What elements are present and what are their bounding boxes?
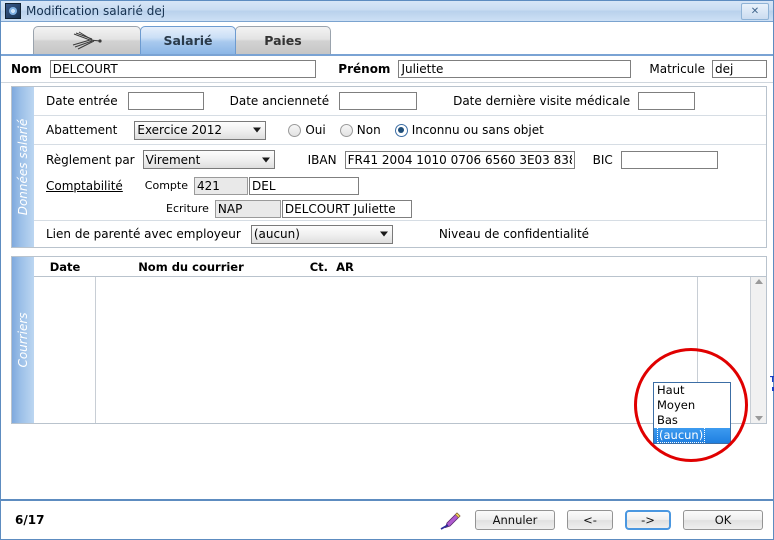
lien-parente-select[interactable]: (aucun) [250,224,393,244]
nom-input[interactable] [49,60,317,78]
pencil-icon[interactable] [439,510,463,530]
donnees-salarie-fields: Date entrée Date ancienneté Date dernièr… [34,87,766,247]
abattement-row: Abattement Exercice 2012 Oui Non Inconnu… [34,116,766,145]
reglement-label: Règlement par [46,152,135,167]
column-header-date[interactable]: Date [34,260,96,274]
date-visite-medicale-label: Date dernière visite médicale [453,94,631,108]
radio-non-label: Non [356,123,381,137]
radio-oui-dot [288,123,302,137]
window-title: Modification salarié dej [26,4,166,18]
scroll-down-icon[interactable] [754,416,763,421]
status-bar: 6/17 Annuler <- -> OK [1,499,773,539]
tab-salarie[interactable]: Salarié [140,26,236,54]
vertical-tab-donnees-salarie[interactable]: Données salarié [12,87,34,247]
abattement-radio-inconnu[interactable]: Inconnu ou sans objet [394,123,544,137]
add-text-person-icon[interactable]: TEXT [770,373,774,399]
scroll-up-icon[interactable] [754,279,763,284]
chevron-down-icon [261,157,270,162]
close-icon[interactable]: ✕ [741,3,769,20]
abattement-select[interactable]: Exercice 2012 [134,120,267,140]
cancel-button[interactable]: Annuler [475,510,555,530]
record-position: 6/17 [15,513,45,527]
abattement-select-value: Exercice 2012 [137,123,222,137]
date-visite-medicale-input[interactable] [638,92,696,110]
compte-label: Compte [144,179,188,192]
compte-row: Comptabilité Compte [34,174,766,197]
svg-text:TEXT: TEXT [770,375,774,384]
grid-column-date[interactable] [34,277,96,423]
column-header-ct[interactable]: Ct. [286,260,328,274]
tab-bar: Salarié Paies [1,22,773,54]
compte-code-input[interactable] [194,176,248,195]
confidentialite-option-moyen[interactable]: Moyen [654,398,730,413]
tab-paies[interactable]: Paies [235,26,331,54]
lien-parente-label: Lien de parenté avec employeur [46,227,241,241]
section-donnees-salarie: Données salarié Date entrée Date ancienn… [11,86,767,248]
ecriture-name-input[interactable] [281,199,412,218]
grid-column-nom[interactable] [96,277,698,423]
tab-paies-label: Paies [264,33,302,48]
courriers-grid-header: Date Nom du courrier Ct. AR [34,257,766,276]
chevron-down-icon [379,231,388,237]
confidentialite-option-haut[interactable]: Haut [654,383,730,398]
ok-button[interactable]: OK [683,510,763,530]
bic-input[interactable] [620,150,718,169]
courriers-scrollbar[interactable] [750,277,766,423]
radio-inconnu-label: Inconnu ou sans objet [411,123,544,137]
confidentialite-option-bas[interactable]: Bas [654,413,730,428]
iban-label: IBAN [307,152,337,167]
bic-label: BIC [592,152,613,167]
column-header-ar[interactable]: AR [328,260,362,274]
radio-inconnu-dot [394,123,408,137]
abattement-radio-non[interactable]: Non [339,123,381,137]
matricule-label: Matricule [649,62,705,76]
dates-row: Date entrée Date ancienneté Date dernièr… [34,87,766,116]
radio-oui-label: Oui [305,123,326,137]
tab-signature[interactable] [33,26,141,54]
ecriture-code-input[interactable] [214,199,281,218]
dialog-buttons: Annuler <- -> OK [439,510,763,530]
date-anciennete-label: Date ancienneté [229,94,330,108]
lien-parente-select-value: (aucun) [253,227,300,241]
reglement-row: Règlement par Virement IBAN BIC [34,145,766,174]
abattement-radio-oui[interactable]: Oui [288,123,326,137]
vertical-tab-courriers[interactable]: Courriers [12,257,34,423]
ecriture-label: Ecriture [166,202,209,215]
niveau-confidentialite-label: Niveau de confidentialité [438,227,590,241]
abattement-label: Abattement [46,123,118,137]
dialog-body: Données salarié Date entrée Date ancienn… [1,86,774,465]
gear-icon [5,3,21,19]
column-header-nom-du-courrier[interactable]: Nom du courrier [96,260,286,274]
lien-confidentialite-row: Lien de parenté avec employeur (aucun) N… [34,221,766,247]
identity-row: Nom Prénom Matricule [1,56,773,83]
vertical-tab-courriers-label: Courriers [16,312,30,368]
iban-input[interactable] [344,150,575,169]
comptabilite-label[interactable]: Comptabilité [46,179,123,193]
matricule-input[interactable] [712,60,767,78]
radio-non-dot [339,123,353,137]
date-entree-label: Date entrée [46,94,118,108]
dialog-window: Modification salarié dej ✕ Salarié Paies… [0,0,774,540]
dragonfly-icon [70,31,104,51]
previous-button[interactable]: <- [567,510,613,530]
tab-salarie-label: Salarié [163,33,213,48]
confidentialite-options-list[interactable]: Haut Moyen Bas (aucun) [653,382,731,444]
prenom-label: Prénom [338,62,391,76]
reglement-select[interactable]: Virement [142,150,275,169]
reglement-select-value: Virement [145,152,201,167]
confidentialite-option-aucun[interactable]: (aucun) [654,427,730,443]
prenom-input[interactable] [398,60,632,78]
next-button[interactable]: -> [625,510,671,530]
date-anciennete-input[interactable] [339,92,418,110]
nom-label: Nom [11,62,42,76]
vertical-tab-donnees-salarie-label: Données salarié [16,118,30,216]
date-entree-input[interactable] [127,92,204,110]
chevron-down-icon [253,127,262,133]
compte-name-input[interactable] [249,176,359,195]
title-bar: Modification salarié dej ✕ [1,1,773,22]
ecriture-row: Ecriture [34,197,766,221]
